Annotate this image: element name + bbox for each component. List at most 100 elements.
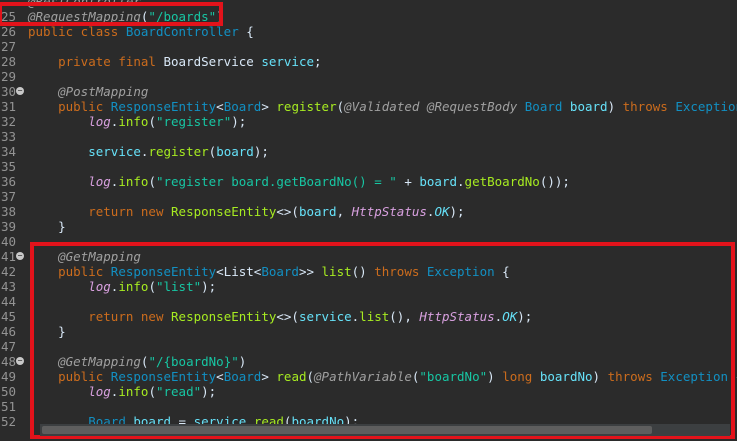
code-line[interactable]: 31 public ResponseEntity<Board> register… <box>0 99 737 114</box>
line-number: 45 <box>1 309 17 324</box>
code-line[interactable]: 33 <box>0 129 737 144</box>
line-number: 33 <box>1 129 17 144</box>
scrollbar-thumb[interactable] <box>42 426 652 434</box>
line-number: 38 <box>1 204 17 219</box>
line-number: 49 <box>1 369 17 384</box>
highlight-box-request-mapping <box>0 2 223 26</box>
code-token: { <box>238 24 254 39</box>
code-text: return new ResponseEntity<>(board, HttpS… <box>28 204 465 219</box>
code-token: ) <box>607 99 623 114</box>
code-token: service <box>261 54 314 69</box>
line-number: 46 <box>1 324 17 339</box>
code-token: board <box>298 204 337 219</box>
code-token: ResponseEntity <box>110 99 217 114</box>
line-number: 29 <box>1 69 17 84</box>
line-number: 27 <box>1 39 17 54</box>
line-number: 34 <box>1 144 17 159</box>
code-text: log. info("register board.getBoardNo() = … <box>28 174 570 189</box>
code-text: public ResponseEntity<Board> register(@V… <box>28 99 737 114</box>
code-text: @PostMapping <box>28 84 148 99</box>
code-text: log.info("register"); <box>28 114 246 129</box>
code-token: "register" <box>155 114 232 129</box>
code-token: ); <box>231 114 247 129</box>
code-line[interactable]: 38 return new ResponseEntity<>(board, Ht… <box>0 204 737 219</box>
code-token: < <box>216 99 224 114</box>
fold-toggle-icon[interactable]: − <box>16 87 24 95</box>
line-number: 31 <box>1 99 17 114</box>
line-number: 40 <box>1 234 17 249</box>
code-token: ( <box>148 114 156 129</box>
code-token: ()); <box>539 174 570 189</box>
code-token: "register board.getBoardNo() = " <box>155 174 397 189</box>
code-token: return new <box>88 204 172 219</box>
code-token: private final <box>58 54 164 69</box>
code-token: BoardService <box>163 54 262 69</box>
line-number: 35 <box>1 159 17 174</box>
code-line[interactable]: 35 <box>0 159 737 174</box>
code-token: info <box>118 114 149 129</box>
code-token: ( <box>148 174 156 189</box>
fold-toggle-icon[interactable]: − <box>16 357 24 365</box>
line-number: 37 <box>1 189 17 204</box>
horizontal-scrollbar[interactable] <box>40 424 730 436</box>
code-token: ); <box>449 204 465 219</box>
line-number: 47 <box>1 339 17 354</box>
code-line[interactable]: 26 public class BoardController { <box>0 24 737 39</box>
line-number: 43 <box>1 279 17 294</box>
code-token: Board <box>223 99 262 114</box>
code-token: register <box>148 144 209 159</box>
code-token: info <box>118 174 149 189</box>
fold-toggle-icon[interactable]: − <box>16 252 24 260</box>
code-token: HttpStatus <box>351 204 427 219</box>
code-token: public class <box>28 24 126 39</box>
code-line[interactable]: 28 private final BoardService service; <box>0 54 737 69</box>
code-token: board <box>419 174 458 189</box>
line-number: 52 <box>1 414 17 429</box>
code-line[interactable]: 36 log. info("register board.getBoardNo()… <box>0 174 737 189</box>
code-line[interactable]: 34 service.register(board); <box>0 144 737 159</box>
code-token: @PostMapping <box>58 84 149 99</box>
code-token: @Validated @RequestBody <box>344 99 525 114</box>
code-token: public <box>58 99 111 114</box>
code-text: service.register(board); <box>28 144 269 159</box>
code-token: ); <box>253 144 269 159</box>
code-token: <>( <box>276 204 299 219</box>
code-line[interactable]: 32 log.info("register"); <box>0 114 737 129</box>
code-token: , <box>336 204 352 219</box>
code-token: register <box>276 99 337 114</box>
line-number: 50 <box>1 384 17 399</box>
code-line[interactable]: 30− @PostMapping <box>0 84 737 99</box>
code-line[interactable]: 37 <box>0 189 737 204</box>
code-token: > <box>261 99 277 114</box>
code-token: OK <box>434 204 450 219</box>
code-token: board <box>569 99 608 114</box>
line-number: 26 <box>1 24 17 39</box>
line-number: 42 <box>1 264 17 279</box>
code-token: ; <box>314 54 322 69</box>
code-line[interactable]: 29 <box>0 69 737 84</box>
code-token: throws <box>622 99 676 114</box>
code-line[interactable]: 27 <box>0 39 737 54</box>
code-token: log <box>88 174 111 189</box>
line-number: 44 <box>1 294 17 309</box>
code-token: BoardController <box>125 24 239 39</box>
code-token: ( <box>336 99 345 114</box>
code-text: private final BoardService service; <box>28 54 322 69</box>
line-number: 28 <box>1 54 17 69</box>
code-line[interactable]: 39 } <box>0 219 737 234</box>
code-token: board <box>216 144 254 159</box>
code-token: + <box>396 174 420 189</box>
line-number: 39 <box>1 219 17 234</box>
code-token: getBoardNo <box>464 174 540 189</box>
code-text: public class BoardController { <box>28 24 254 39</box>
line-number: 36 <box>1 174 17 189</box>
code-token: Board <box>524 99 570 114</box>
code-token: service <box>88 144 141 159</box>
code-text: } <box>28 219 66 234</box>
